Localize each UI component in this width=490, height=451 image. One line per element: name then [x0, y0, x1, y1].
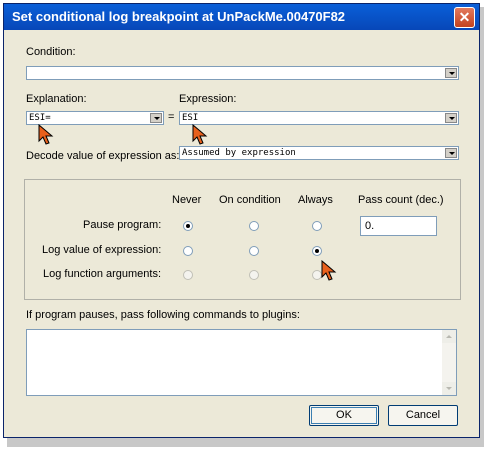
- dialog-window: Set conditional log breakpoint at UnPack…: [3, 3, 480, 438]
- scroll-up-icon[interactable]: [442, 330, 456, 343]
- chevron-down-icon[interactable]: [445, 113, 457, 123]
- log-args-never-radio[interactable]: [183, 270, 193, 280]
- cursor-arrow-icon: [192, 124, 208, 145]
- log-args-on-condition-radio[interactable]: [249, 270, 259, 280]
- expression-label: Expression:: [179, 93, 237, 105]
- close-button[interactable]: ✕: [454, 7, 475, 28]
- decode-label: Decode value of expression as:: [26, 150, 180, 162]
- row-label-pause: Pause program:: [83, 219, 162, 231]
- pause-on-condition-radio[interactable]: [249, 221, 259, 231]
- column-always: Always: [298, 194, 333, 206]
- pass-count-value: 0.: [365, 220, 375, 232]
- cursor-arrow-icon: [38, 124, 54, 145]
- column-pass-count: Pass count (dec.): [358, 194, 444, 206]
- explanation-label: Explanation:: [26, 93, 87, 105]
- chevron-down-icon[interactable]: [150, 113, 162, 123]
- row-label-log-value: Log value of expression:: [42, 244, 162, 256]
- explanation-combo[interactable]: ESI=: [26, 111, 164, 125]
- pass-count-input[interactable]: 0.: [360, 216, 437, 236]
- row-label-log-args: Log function arguments:: [43, 268, 162, 280]
- window-title: Set conditional log breakpoint at UnPack…: [12, 9, 346, 24]
- cursor-arrow-icon: [321, 260, 337, 281]
- column-on-condition: On condition: [219, 194, 281, 206]
- ok-button[interactable]: OK: [309, 405, 379, 426]
- decode-value: Assumed by expression: [182, 148, 296, 158]
- commands-label: If program pauses, pass following comman…: [26, 309, 300, 321]
- equals-sign: =: [168, 111, 175, 123]
- chevron-down-icon[interactable]: [445, 148, 457, 158]
- log-value-never-radio[interactable]: [183, 246, 193, 256]
- log-value-always-radio[interactable]: [312, 246, 322, 256]
- close-icon: ✕: [458, 9, 471, 25]
- chevron-down-icon[interactable]: [445, 68, 457, 78]
- pause-always-radio[interactable]: [312, 221, 322, 231]
- expression-combo[interactable]: ESI: [179, 111, 459, 125]
- pause-never-radio[interactable]: [183, 221, 193, 231]
- cancel-button[interactable]: Cancel: [388, 405, 458, 426]
- scroll-down-icon[interactable]: [442, 382, 456, 395]
- commands-scrollbar[interactable]: [442, 330, 456, 395]
- decode-combo[interactable]: Assumed by expression: [179, 146, 459, 160]
- condition-combo[interactable]: [26, 66, 459, 80]
- commands-textarea[interactable]: [26, 329, 457, 396]
- log-value-on-condition-radio[interactable]: [249, 246, 259, 256]
- column-never: Never: [172, 194, 202, 206]
- title-bar[interactable]: Set conditional log breakpoint at UnPack…: [4, 4, 479, 30]
- condition-label: Condition:: [26, 46, 76, 58]
